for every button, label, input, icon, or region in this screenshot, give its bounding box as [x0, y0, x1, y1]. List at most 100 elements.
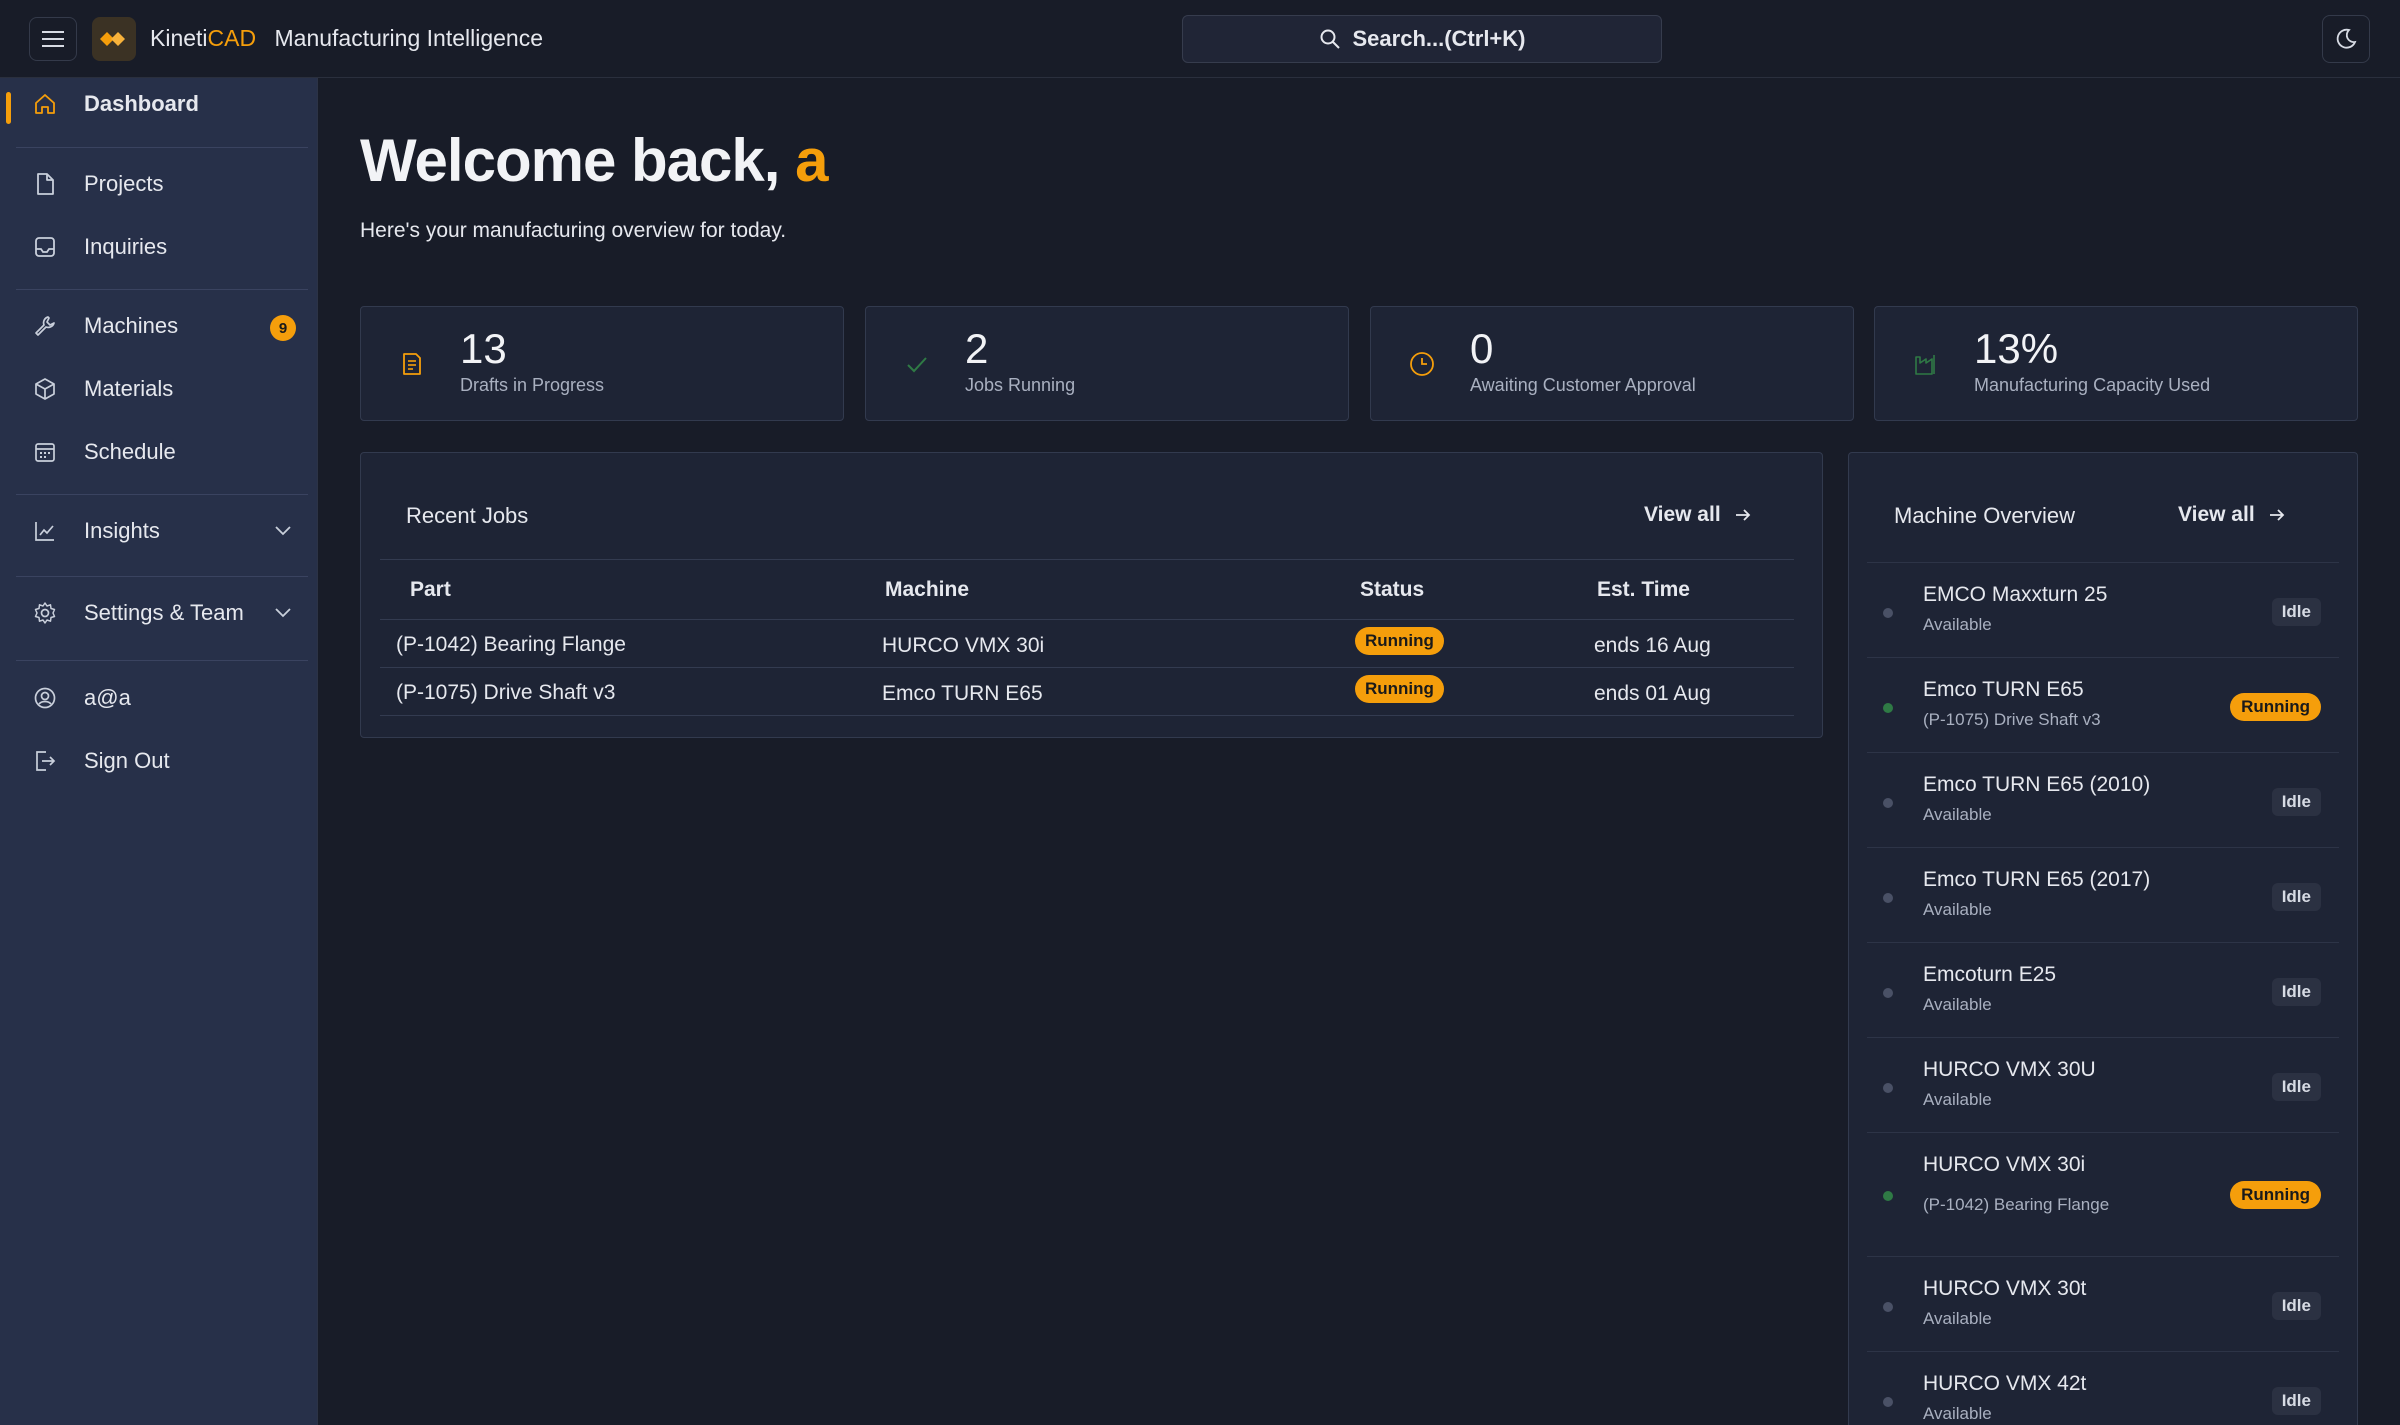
status-badge: Running — [1355, 675, 1444, 703]
file-icon — [37, 173, 54, 195]
status-dot — [1883, 893, 1893, 903]
sidebar-item-sign-out[interactable]: Sign Out — [16, 735, 306, 787]
chevron-down-icon[interactable] — [272, 519, 294, 541]
stat-label: Awaiting Customer Approval — [1470, 375, 1696, 395]
stat-card-capacity[interactable]: 13% Manufacturing Capacity Used — [1874, 306, 2358, 421]
menu-button[interactable] — [29, 17, 77, 61]
machine-row[interactable]: HURCO VMX 30i (P-1042) Bearing Flange Ru… — [1867, 1133, 2339, 1257]
brand: KinetiCAD Manufacturing Intelligence — [150, 25, 543, 52]
arrow-right-icon — [1735, 509, 1750, 521]
stat-card-drafts[interactable]: 13 Drafts in Progress — [360, 306, 844, 421]
inbox-icon — [35, 237, 55, 257]
column-header-machine[interactable]: Machine — [885, 578, 969, 602]
machine-detail: Available — [1923, 995, 1992, 1014]
recent-jobs-view-all-link[interactable]: View all — [1644, 503, 1753, 527]
stat-value: 0 — [1470, 325, 1494, 372]
machine-detail: Available — [1923, 615, 1992, 634]
status-badge: Idle — [2271, 788, 2321, 816]
sidebar-item-inquiries[interactable]: Inquiries — [16, 221, 306, 273]
stat-card-awaiting-approval[interactable]: 0 Awaiting Customer Approval — [1370, 306, 1854, 421]
column-header-est-time[interactable]: Est. Time — [1597, 578, 1690, 602]
logo[interactable] — [92, 17, 136, 61]
page-title: Welcome back, a — [360, 126, 828, 195]
factory-icon — [1915, 355, 1935, 375]
status-dot — [1883, 1302, 1893, 1312]
clock-icon — [1410, 352, 1434, 376]
cell-est-time: ends 01 Aug — [1594, 682, 1711, 705]
machine-row[interactable]: Emco TURN E65 (2010) Available Idle — [1867, 753, 2339, 848]
sidebar-item-label: Schedule — [84, 439, 176, 464]
machine-detail: Available — [1923, 900, 1992, 919]
sidebar-item-dashboard[interactable]: Dashboard — [16, 78, 306, 130]
moon-icon — [2336, 28, 2357, 49]
status-dot — [1883, 1397, 1893, 1407]
check-icon — [907, 357, 927, 373]
search-bar[interactable]: Search...(Ctrl+K) — [1182, 15, 1662, 63]
machine-detail: Available — [1923, 805, 1992, 824]
status-badge: Idle — [2271, 1292, 2321, 1320]
status-badge: Idle — [2271, 1387, 2321, 1415]
machine-name: EMCO Maxxturn 25 — [1923, 583, 2108, 606]
sidebar-item-machines[interactable]: Machines 9 — [16, 300, 306, 352]
sidebar-item-projects[interactable]: Projects — [16, 158, 306, 210]
sidebar: Dashboard Projects Inquiries Machines 9 … — [0, 78, 318, 1425]
sidebar-item-materials[interactable]: Materials — [16, 363, 306, 415]
sign-out-icon — [36, 751, 56, 771]
machine-row[interactable]: HURCO VMX 30U Available Idle — [1867, 1038, 2339, 1133]
machine-row[interactable]: Emco TURN E65 (P-1075) Drive Shaft v3 Ru… — [1867, 658, 2339, 753]
cell-est-time: ends 16 Aug — [1594, 634, 1711, 657]
machine-name: HURCO VMX 30i — [1923, 1153, 2086, 1176]
table-divider — [380, 619, 1794, 620]
status-dot — [1883, 1191, 1893, 1201]
machine-name: Emco TURN E65 (2017) — [1923, 868, 2151, 891]
sidebar-item-settings-team[interactable]: Settings & Team — [16, 587, 306, 639]
chevron-down-icon[interactable] — [272, 601, 294, 623]
machine-name: HURCO VMX 42t — [1923, 1372, 2087, 1395]
gear-icon — [34, 602, 56, 624]
brand-subtitle: Manufacturing Intelligence — [274, 25, 544, 51]
status-badge: Running — [1355, 627, 1444, 655]
machine-row[interactable]: HURCO VMX 30t Available Idle — [1867, 1257, 2339, 1352]
search-icon — [1320, 29, 1340, 49]
machine-row[interactable]: Emcoturn E25 Available Idle — [1867, 943, 2339, 1038]
user-circle-icon — [34, 687, 56, 709]
column-header-part[interactable]: Part — [410, 578, 451, 602]
machine-name: Emcoturn E25 — [1923, 963, 2057, 986]
stat-label: Manufacturing Capacity Used — [1974, 375, 2211, 395]
view-all-label: View all — [2178, 503, 2255, 526]
sidebar-item-insights[interactable]: Insights — [16, 505, 306, 557]
calendar-icon — [35, 443, 55, 462]
machine-detail: Available — [1923, 1090, 1992, 1109]
sidebar-item-label: Sign Out — [84, 748, 170, 773]
sidebar-divider — [16, 660, 308, 661]
machine-name: HURCO VMX 30t — [1923, 1277, 2087, 1300]
brand-name: Kineti — [150, 25, 208, 51]
machine-row[interactable]: EMCO Maxxturn 25 Available Idle — [1867, 563, 2339, 658]
machine-detail: Available — [1923, 1309, 1992, 1328]
theme-toggle-button[interactable] — [2322, 15, 2370, 63]
table-divider — [380, 559, 1794, 560]
status-badge: Idle — [2271, 883, 2321, 911]
machine-overview-panel: Machine Overview View all EMCO Maxxturn … — [1848, 452, 2358, 1425]
machine-row[interactable]: HURCO VMX 42t Available Idle — [1867, 1352, 2339, 1425]
column-header-status[interactable]: Status — [1360, 578, 1424, 602]
sidebar-divider — [16, 576, 308, 577]
stat-card-jobs-running[interactable]: 2 Jobs Running — [865, 306, 1349, 421]
machine-overview-view-all-link[interactable]: View all — [2178, 503, 2287, 527]
top-bar: KinetiCAD Manufacturing Intelligence Sea… — [0, 0, 2400, 78]
hamburger-icon — [42, 31, 64, 47]
machines-count-badge: 9 — [270, 315, 296, 341]
machine-row[interactable]: Emco TURN E65 (2017) Available Idle — [1867, 848, 2339, 943]
sidebar-item-label: Dashboard — [84, 91, 199, 116]
stat-value: 13% — [1974, 325, 2059, 372]
machine-overview-title: Machine Overview — [1894, 503, 2075, 528]
sidebar-item-schedule[interactable]: Schedule — [16, 426, 306, 478]
sidebar-item-label: Insights — [84, 518, 160, 543]
sidebar-item-label: Machines — [84, 313, 179, 338]
status-badge: Idle — [2271, 1073, 2321, 1101]
table-divider — [380, 715, 1794, 716]
stat-label: Drafts in Progress — [460, 375, 605, 395]
machine-name: Emco TURN E65 — [1923, 678, 2084, 701]
sidebar-item-account[interactable]: a@a — [16, 672, 306, 724]
machine-name: Emco TURN E65 (2010) — [1923, 773, 2151, 796]
